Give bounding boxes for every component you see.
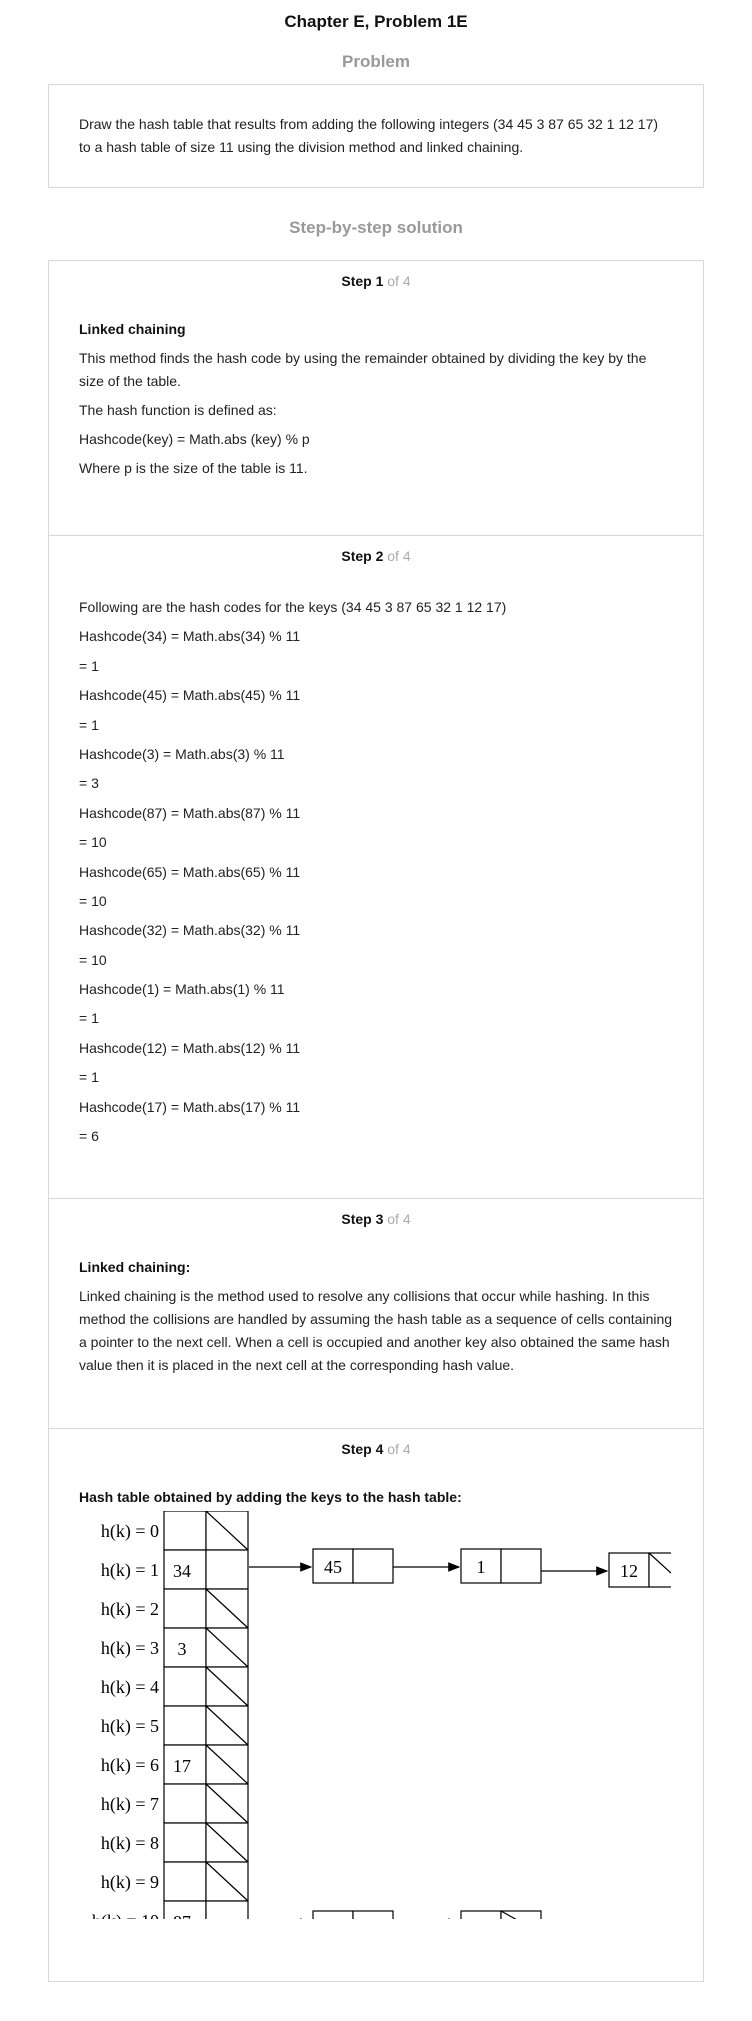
hash-line: Hashcode(3) = Math.abs(3) % 11 <box>79 745 285 762</box>
hash-line: Hashcode(12) = Math.abs(12) % 11 <box>79 1039 301 1056</box>
table-pointer-cell <box>205 1549 249 1590</box>
step-1-of: of 4 <box>387 273 411 289</box>
chain-node-value: 12 <box>620 1561 638 1581</box>
table-value: 34 <box>173 1561 191 1581</box>
steps-card: Step 1 of 4 Linked chaining This method … <box>48 260 704 1982</box>
step-2-of: of 4 <box>387 548 411 564</box>
row-label: h(k) = 1 <box>101 1560 159 1581</box>
page-title: Chapter E, Problem 1E <box>284 12 468 31</box>
chain-node-next <box>500 1548 542 1584</box>
row-label: h(k) = 8 <box>101 1833 159 1854</box>
table-value-cell <box>163 1588 207 1629</box>
step-3-title: Step 3 of 4 <box>79 1199 673 1235</box>
hash-line: Hashcode(1) = Math.abs(1) % 11 <box>79 981 285 998</box>
row-label: h(k) = 7 <box>101 1794 159 1815</box>
row-label: h(k) = 2 <box>101 1599 159 1620</box>
step-2-intro: Following are the hash codes for the key… <box>79 599 507 615</box>
table-value: 17 <box>173 1756 191 1776</box>
step-4-title: Step 4 of 4 <box>79 1429 673 1465</box>
step-1-label: Step 1 <box>341 273 384 289</box>
step-4-of: of 4 <box>387 1441 411 1457</box>
chain-node-value: 1 <box>477 1557 486 1577</box>
row-label: h(k) = 9 <box>101 1872 159 1893</box>
table-value-cell <box>163 1666 207 1707</box>
hash-line: = 10 <box>79 951 107 968</box>
step-3: Step 3 of 4 Linked chaining: Linked chai… <box>49 1199 703 1429</box>
hash-line: Hashcode(87) = Math.abs(87) % 11 <box>79 804 301 821</box>
chain-node-next <box>352 1548 394 1584</box>
hash-line: = 1 <box>79 716 99 733</box>
hash-line: = 1 <box>79 657 99 674</box>
step-1-title: Step 1 of 4 <box>79 261 673 297</box>
step-4-subtitle: Hash table obtained by adding the keys t… <box>79 1489 462 1505</box>
table-value: 3 <box>178 1639 187 1659</box>
step-2-label: Step 2 <box>341 548 384 564</box>
problem-heading: Problem <box>341 52 411 71</box>
problem-card: Draw the hash table that results from ad… <box>48 84 704 188</box>
hash-line: = 10 <box>79 892 107 909</box>
hash-line: = 1 <box>79 1010 99 1027</box>
chain-node-value: 45 <box>324 1557 342 1577</box>
hash-line: = 10 <box>79 834 107 851</box>
table-value-cell <box>163 1861 207 1902</box>
table-value-cell <box>163 1783 207 1824</box>
hash-line: = 1 <box>79 1069 99 1086</box>
step-1-paragraph: The hash function is defined as: <box>79 402 277 418</box>
hash-line: Hashcode(32) = Math.abs(32) % 11 <box>79 922 301 939</box>
chain-node <box>312 1910 354 1919</box>
table-value-cell <box>163 1705 207 1746</box>
table-value: 87 <box>173 1912 191 1919</box>
step-4-label: Step 4 <box>341 1441 384 1457</box>
hash-line: Hashcode(34) = Math.abs(34) % 11 <box>79 628 301 645</box>
step-2-title: Step 2 of 4 <box>79 536 673 572</box>
step-1-paragraph: Where p is the size of the table is 11. <box>79 460 308 476</box>
solution-heading: Step-by-step solution <box>289 218 463 237</box>
step-1-paragraph: Hashcode(key) = Math.abs (key) % p <box>79 431 310 447</box>
row-label: h(k) = 10 <box>92 1911 159 1919</box>
table-value-cell <box>163 1511 207 1551</box>
hash-line: = 3 <box>79 775 99 792</box>
step-3-label: Step 3 <box>341 1211 384 1227</box>
hash-line: Hashcode(45) = Math.abs(45) % 11 <box>79 687 301 704</box>
row-label: h(k) = 3 <box>101 1638 159 1659</box>
chain-node <box>460 1910 502 1919</box>
table-value-cell <box>163 1822 207 1863</box>
table-pointer-cell <box>205 1900 249 1919</box>
row-label: h(k) = 0 <box>101 1521 159 1542</box>
hash-line: Hashcode(65) = Math.abs(65) % 11 <box>79 863 301 880</box>
hash-line: = 6 <box>79 1128 99 1145</box>
row-label: h(k) = 4 <box>101 1677 159 1698</box>
step-1-paragraph: This method finds the hash code by using… <box>79 350 647 389</box>
step-4: Step 4 of 4 Hash table obtained by addin… <box>49 1429 703 1981</box>
step-3-of: of 4 <box>387 1211 411 1227</box>
step-2: Step 2 of 4 Following are the hash codes… <box>49 536 703 1199</box>
hash-line: Hashcode(17) = Math.abs(17) % 11 <box>79 1098 301 1115</box>
problem-text: Draw the hash table that results from ad… <box>79 116 659 155</box>
step-3-subtitle: Linked chaining: <box>79 1259 191 1275</box>
row-label: h(k) = 6 <box>101 1755 159 1776</box>
hash-table-diagram: h(k) = 0 h(k) = 1 34 h(k) = 2 h(k) = 3 3 h(k) … <box>79 1511 671 1919</box>
step-1: Step 1 of 4 Linked chaining This method … <box>49 261 703 536</box>
step-1-subtitle: Linked chaining <box>79 321 186 337</box>
step-3-text: Linked chaining is the method used to re… <box>79 1288 673 1373</box>
row-label: h(k) = 5 <box>101 1716 159 1737</box>
chain-node-next <box>352 1910 394 1919</box>
